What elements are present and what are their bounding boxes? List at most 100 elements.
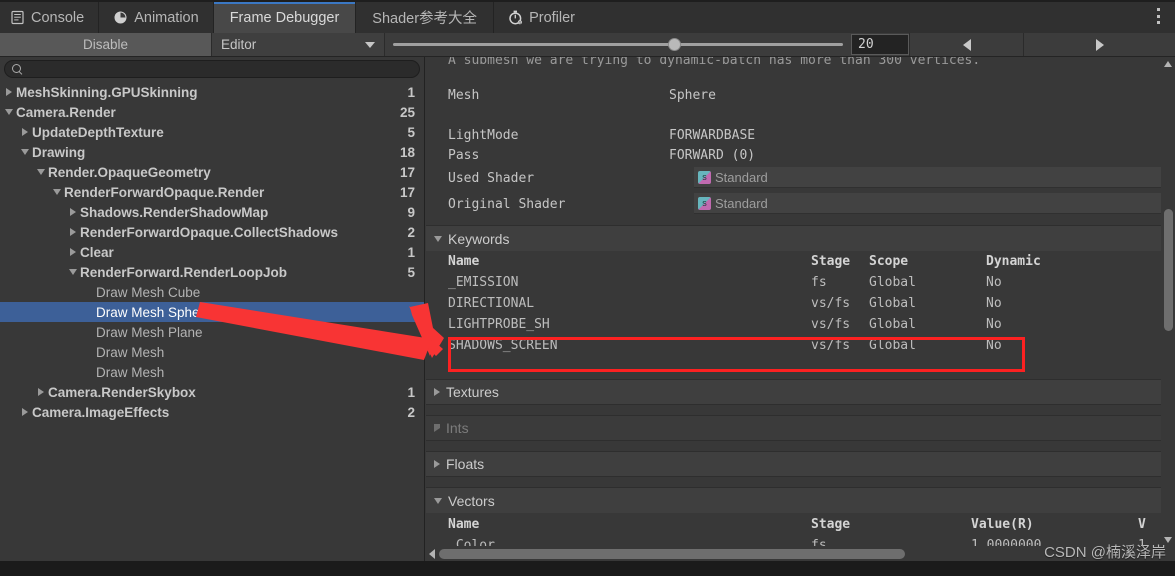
keyword-scope: Global xyxy=(869,338,916,353)
keyword-stage: vs/fs xyxy=(811,296,851,311)
chevron-down-icon[interactable] xyxy=(66,269,80,275)
tree-row-count: 2 xyxy=(407,224,415,240)
details-vertical-scrollbar[interactable] xyxy=(1161,57,1175,547)
keyword-dynamic: No xyxy=(986,275,1002,290)
chevron-down-icon[interactable] xyxy=(50,189,64,195)
section-floats[interactable]: Floats xyxy=(426,451,1161,477)
tab-frame-debugger-label: Frame Debugger xyxy=(229,9,340,26)
triangle-up-icon[interactable] xyxy=(1164,61,1172,67)
tab-animation[interactable]: Animation xyxy=(99,2,214,33)
editor-tab-bar: Console Animation Frame Debugger Shader参… xyxy=(0,0,1175,33)
tree-row-selected[interactable]: Draw Mesh Sphere xyxy=(0,302,424,322)
frame-number-input[interactable]: 20 xyxy=(851,34,909,55)
tree-row[interactable]: RenderForwardOpaque.Render 17 xyxy=(0,182,424,202)
column-header-scope: Scope xyxy=(869,254,909,269)
shader-asset-icon: s xyxy=(698,196,711,210)
property-value: FORWARDBASE xyxy=(669,128,756,143)
section-keywords[interactable]: Keywords xyxy=(426,225,1161,251)
triangle-right-icon xyxy=(1095,38,1104,51)
vertical-scrollbar-thumb[interactable] xyxy=(1164,209,1173,331)
chevron-down-icon[interactable] xyxy=(18,149,32,155)
chevron-right-icon[interactable] xyxy=(66,228,80,236)
keyword-dynamic: No xyxy=(986,338,1002,353)
shader-asset-icon: s xyxy=(698,170,711,184)
tree-row-label: Draw Mesh Cube xyxy=(96,284,201,300)
disable-button[interactable]: Disable xyxy=(0,33,212,56)
frame-slider-track xyxy=(393,38,843,51)
keyword-scope: Global xyxy=(869,296,916,311)
tree-row-label: Shadows.RenderShadowMap xyxy=(80,204,269,220)
horizontal-scrollbar-thumb[interactable] xyxy=(439,548,905,559)
section-ints[interactable]: Ints xyxy=(426,415,1161,441)
tree-row[interactable]: UpdateDepthTexture 5 xyxy=(0,122,424,142)
tab-shader-reference[interactable]: Shader参考大全 xyxy=(356,2,495,33)
tree-row-count: 18 xyxy=(399,144,415,160)
original-shader-value: Standard xyxy=(715,195,768,211)
tree-row[interactable]: Camera.ImageEffects 2 xyxy=(0,402,424,422)
tab-profiler-label: Profiler xyxy=(529,9,575,26)
section-textures[interactable]: Textures xyxy=(426,379,1161,405)
tree-row-label: MeshSkinning.GPUSkinning xyxy=(16,84,198,100)
tree-row[interactable]: MeshSkinning.GPUSkinning 1 xyxy=(0,82,424,102)
next-frame-button[interactable] xyxy=(1023,33,1175,56)
tree-row[interactable]: Draw Mesh xyxy=(0,362,424,382)
used-shader-field[interactable]: s Standard xyxy=(694,167,1161,188)
chevron-right-icon[interactable] xyxy=(66,248,80,256)
tab-frame-debugger[interactable]: Frame Debugger xyxy=(213,2,357,33)
target-dropdown-value: Editor xyxy=(221,37,257,52)
tree-row[interactable]: Clear 1 xyxy=(0,242,424,262)
tree-row-count: 17 xyxy=(399,184,415,200)
tree-row[interactable]: Draw Mesh Cube xyxy=(0,282,424,302)
frame-debugger-toolbar: Disable Editor 20 xyxy=(0,33,1175,57)
search-input[interactable] xyxy=(4,60,420,78)
property-key: Mesh xyxy=(448,88,480,103)
keyword-name: SHADOWS_SCREEN xyxy=(448,338,558,353)
triangle-left-icon[interactable] xyxy=(429,548,435,559)
tree-row-label: Clear xyxy=(80,244,114,260)
tab-profiler[interactable]: Q Profiler xyxy=(494,2,589,33)
tree-row-label: Camera.RenderSkybox xyxy=(48,384,196,400)
search-row xyxy=(0,57,424,80)
keyword-scope: Global xyxy=(869,275,916,290)
column-header-dynamic: Dynamic xyxy=(986,254,1041,269)
tree-row-count: 5 xyxy=(407,264,415,280)
tab-animation-label: Animation xyxy=(134,9,199,26)
previous-frame-button[interactable] xyxy=(909,33,1023,56)
tree-row[interactable]: Camera.RenderSkybox 1 xyxy=(0,382,424,402)
keyword-dynamic: No xyxy=(986,317,1002,332)
target-dropdown[interactable]: Editor xyxy=(212,33,385,56)
tree-row-label: UpdateDepthTexture xyxy=(32,124,164,140)
tree-row[interactable]: Shadows.RenderShadowMap 9 xyxy=(0,202,424,222)
chevron-right-icon xyxy=(434,424,440,432)
chevron-right-icon[interactable] xyxy=(18,408,32,416)
tree-row[interactable]: Camera.Render 25 xyxy=(0,102,424,122)
section-floats-label: Floats xyxy=(446,456,485,472)
frame-slider[interactable] xyxy=(385,33,851,56)
unity-frame-debugger-window: Console Animation Frame Debugger Shader参… xyxy=(0,0,1175,576)
tree-row[interactable]: Draw Mesh Plane xyxy=(0,322,424,342)
chevron-down-icon[interactable] xyxy=(2,109,16,115)
used-shader-label: Used Shader xyxy=(448,171,535,186)
tree-row[interactable]: RenderForwardOpaque.CollectShadows 2 xyxy=(0,222,424,242)
keyword-dynamic: No xyxy=(986,296,1002,311)
tree-row-label: Camera.ImageEffects xyxy=(32,404,170,420)
tree-row[interactable]: RenderForward.RenderLoopJob 5 xyxy=(0,262,424,282)
tree-row[interactable]: Draw Mesh xyxy=(0,342,424,362)
chevron-right-icon xyxy=(434,460,440,468)
chevron-right-icon[interactable] xyxy=(34,388,48,396)
frame-slider-knob[interactable] xyxy=(667,38,681,51)
tree-row-count: 2 xyxy=(407,404,415,420)
tab-console[interactable]: Console xyxy=(0,2,100,33)
tree-row[interactable]: Drawing 18 xyxy=(0,142,424,162)
tree-row-label: Render.OpaqueGeometry xyxy=(48,164,211,180)
chevron-right-icon[interactable] xyxy=(18,128,32,136)
chevron-down-icon[interactable] xyxy=(34,169,48,175)
chevron-right-icon[interactable] xyxy=(2,88,16,96)
tree-row[interactable]: Render.OpaqueGeometry 17 xyxy=(0,162,424,182)
chevron-right-icon[interactable] xyxy=(66,208,80,216)
tree-row-label: RenderForwardOpaque.Render xyxy=(64,184,265,200)
original-shader-field[interactable]: s Standard xyxy=(694,193,1161,214)
section-vectors[interactable]: Vectors xyxy=(426,487,1161,513)
kebab-menu-icon[interactable] xyxy=(1151,6,1165,26)
tree-row-count: 1 xyxy=(407,384,415,400)
